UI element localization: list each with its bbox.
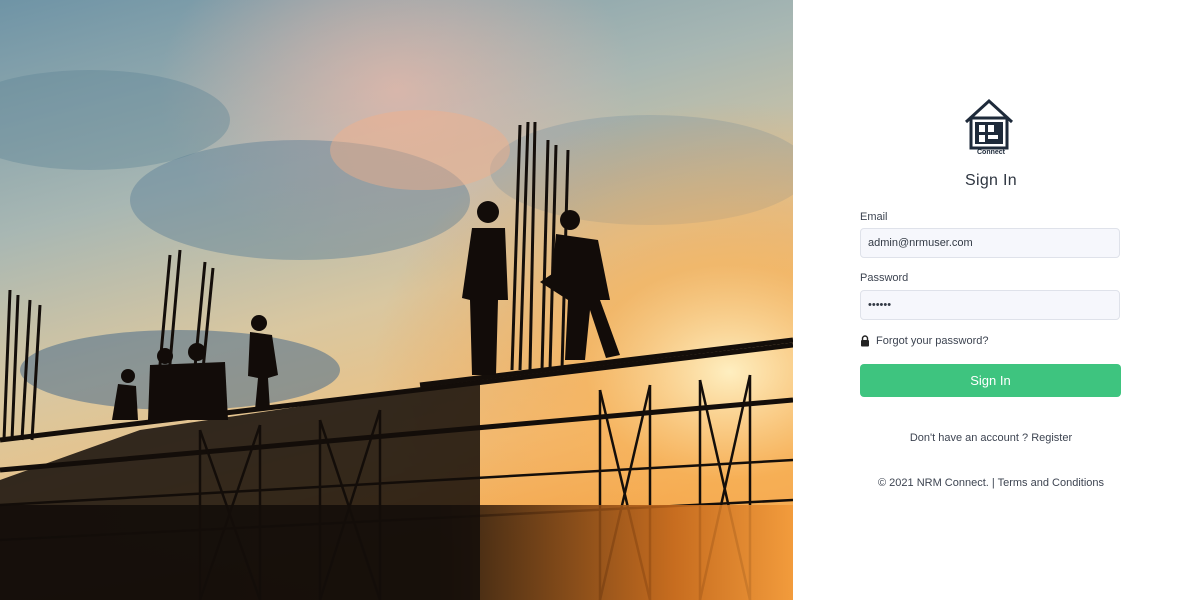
password-field[interactable]: [860, 290, 1120, 320]
logo-text: Connect: [977, 149, 1005, 156]
sign-in-button[interactable]: Sign In: [860, 364, 1121, 397]
terms-link[interactable]: Terms and Conditions: [998, 477, 1104, 489]
page-title: Sign In: [965, 172, 1017, 189]
email-label: Email: [860, 211, 888, 223]
password-label: Password: [860, 272, 909, 284]
sign-in-panel: Connect Sign In Email Password Forgot yo…: [793, 0, 1189, 600]
register-prompt: Don't have an account ? Register: [793, 432, 1189, 444]
register-text: Don't have an account ?: [909, 432, 1029, 444]
forgot-password-label: Forgot your password?: [876, 335, 989, 347]
lock-icon: [861, 335, 869, 347]
register-link[interactable]: Register: [1031, 432, 1072, 444]
footer: © 2021 NRM Connect. | Terms and Conditio…: [793, 477, 1189, 489]
hero-image: [0, 0, 793, 600]
forgot-password-link[interactable]: Forgot your password?: [860, 335, 989, 347]
footer-separator: |: [991, 477, 995, 489]
email-field[interactable]: [860, 228, 1120, 258]
copyright-text: © 2021 NRM Connect.: [878, 477, 989, 489]
